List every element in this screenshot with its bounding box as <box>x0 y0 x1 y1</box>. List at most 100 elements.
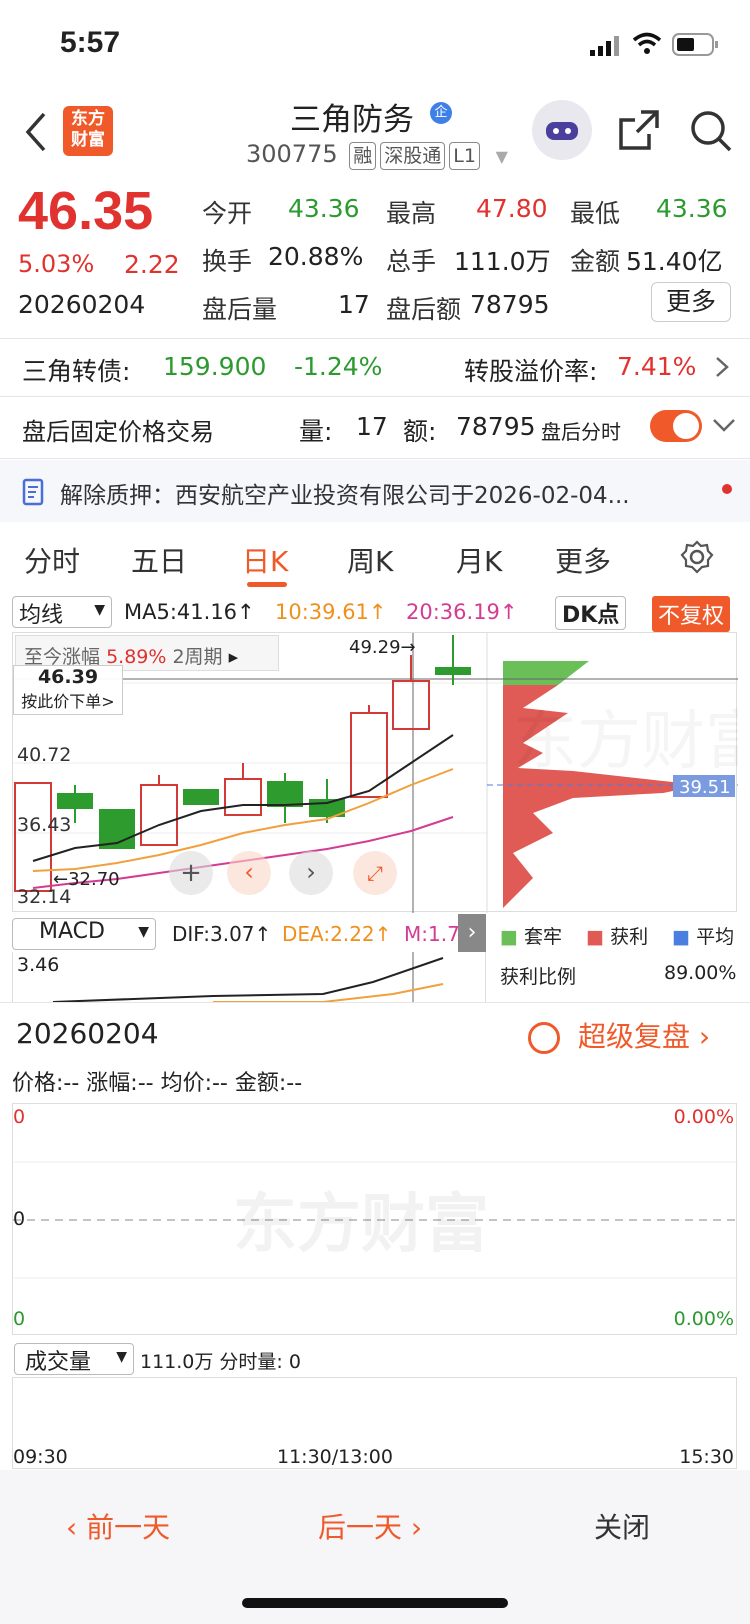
after-trade-amt-label: 额: <box>403 417 437 446</box>
divider <box>0 396 750 397</box>
signal-icon <box>590 36 624 60</box>
chart-left-mid: 0 <box>13 1208 26 1230</box>
candle <box>183 789 219 805</box>
chart-right-top: 0.00% <box>673 1106 734 1128</box>
candle <box>224 778 262 816</box>
notice-bar[interactable]: 解除质押：西安航空产业投资有限公司于2026-02-04... <box>0 460 750 522</box>
notice-dot <box>722 484 732 494</box>
zoom-in-icon[interactable]: + <box>169 851 213 895</box>
premium-value: 7.41% <box>617 352 697 381</box>
app-logo: 东方 财富 <box>63 106 113 156</box>
low-value: 43.36 <box>656 194 728 223</box>
tab-intraday[interactable]: 分时 <box>24 540 80 580</box>
chevron-left-icon <box>25 112 46 152</box>
review-button[interactable]: 超级复盘 › <box>528 1015 710 1055</box>
tab-five-day[interactable]: 五日 <box>131 540 187 580</box>
volume-select[interactable]: 成交量 ▼ <box>14 1343 134 1375</box>
search-icon[interactable] <box>688 108 734 158</box>
document-icon <box>22 478 48 510</box>
macd-top-value: 3.46 <box>17 954 60 976</box>
divider <box>0 458 750 459</box>
stock-code: 300775 <box>246 140 338 168</box>
candle <box>392 680 430 730</box>
dropdown-icon[interactable]: ▼ <box>496 147 508 166</box>
macd-chart: 3.46 <box>12 952 486 1003</box>
back-button[interactable] <box>22 110 50 158</box>
ma-select[interactable]: 均线 ▼ <box>12 596 112 628</box>
active-tab-indicator <box>247 582 287 587</box>
enterprise-badge: 企 <box>430 102 452 124</box>
profit-ratio-value: 89.00% <box>664 962 737 984</box>
quote-date: 20260204 <box>18 290 146 319</box>
legend-average: 平均 <box>696 926 735 948</box>
dk-point-button[interactable]: DK点 <box>555 596 627 630</box>
open-value: 43.36 <box>288 194 360 223</box>
intraday-chart: 东方财富 0 0.00% 0 0 0.00% <box>12 1103 738 1335</box>
status-bar: 5:57 <box>0 0 750 90</box>
after-trade-vol: 17 <box>356 412 388 441</box>
after-trade-amt: 78795 <box>456 412 536 441</box>
y-label-mid: 36.43 <box>17 814 71 836</box>
wifi-icon <box>632 32 662 60</box>
after-amount-label: 盘后额 <box>386 295 462 324</box>
current-price: 46.35 <box>18 181 154 241</box>
ma20-value: 20:36.19↑ <box>406 600 518 624</box>
turnover-value: 20.88% <box>268 242 364 271</box>
after-volume-label: 盘后量 <box>202 295 278 324</box>
prev-day-button[interactable]: ‹ 前一天 <box>66 1506 170 1546</box>
scroll-left-icon[interactable]: ‹ <box>227 851 271 895</box>
volume-label: 总手 <box>386 247 437 276</box>
ma5-line <box>32 734 454 862</box>
after-trade-switch-label: 盘后分时 <box>541 420 621 444</box>
high-value: 47.80 <box>476 194 548 223</box>
order-price-box[interactable]: 46.39 按此价下单> <box>13 665 123 715</box>
close-button[interactable]: 关闭 <box>594 1506 650 1546</box>
y-label-high: 40.72 <box>17 744 71 766</box>
tab-more[interactable]: 更多 <box>555 540 611 580</box>
volume-chart: 09:30 11:30/13:00 15:30 <box>12 1377 737 1469</box>
scroll-right-icon[interactable]: › <box>289 851 333 895</box>
expand-icon[interactable]: ⤢ <box>353 851 397 895</box>
bond-price: 159.900 <box>163 352 267 381</box>
next-day-button[interactable]: 后一天 › <box>318 1506 422 1546</box>
tab-monthly-k[interactable]: 月K <box>456 540 502 580</box>
bond-change: -1.24% <box>294 352 383 381</box>
more-button[interactable]: 更多 <box>651 282 731 322</box>
after-hours-toggle[interactable] <box>650 410 702 442</box>
chip-legend: ■ 套牢 ■ 获利 ■ 平均 <box>500 926 735 948</box>
chevron-down-icon[interactable] <box>712 418 736 438</box>
tab-weekly-k[interactable]: 周K <box>347 540 393 580</box>
order-price: 46.39 <box>37 666 99 688</box>
history-icon <box>528 1022 560 1054</box>
after-trade-label: 盘后固定价格交易 <box>22 418 214 446</box>
since-gain-period: 2周期 <box>172 646 223 668</box>
time-mid: 11:30/13:00 <box>277 1446 393 1468</box>
kline-chart[interactable]: 39.51 40.72 36.43 32.14 49.29→ ←32.70 东方… <box>12 632 750 913</box>
time-start: 09:30 <box>13 1446 68 1468</box>
tab-daily-k[interactable]: 日K <box>242 540 288 580</box>
ma5-value: MA5:41.16↑ <box>124 600 255 624</box>
chart-right-bot: 0.00% <box>673 1308 734 1330</box>
stock-code-row: 300775 融深股通 L1 ▼ <box>246 140 508 170</box>
macd-select[interactable]: MACD ▼ <box>12 918 156 950</box>
adjust-button[interactable]: 不复权 <box>652 596 731 632</box>
stock-name: 三角防务 <box>290 102 414 138</box>
chevron-right-icon <box>715 356 729 382</box>
after-amount-value: 78795 <box>470 290 550 319</box>
max-price-label: 49.29→ <box>349 637 416 658</box>
detail-date: 20260204 <box>16 1017 159 1050</box>
cost-price-label: 39.51 <box>679 777 731 798</box>
share-icon[interactable] <box>617 108 661 156</box>
change-amount: 2.22 <box>124 250 180 279</box>
gear-icon[interactable] <box>680 540 714 578</box>
bond-row[interactable]: 三角转债: 159.900 -1.24% 转股溢价率: 7.41% <box>0 340 750 396</box>
legend-profit: 获利 <box>610 926 649 948</box>
macd-expand-button[interactable]: › <box>458 914 486 952</box>
detail-info: 价格:-- 涨幅:-- 均价:-- 金额:-- <box>12 1071 303 1096</box>
watermark-text: 东方财富 <box>233 1188 489 1262</box>
candle <box>350 712 388 798</box>
assistant-avatar[interactable] <box>532 100 592 160</box>
amount-value: 51.40亿 <box>626 247 723 276</box>
amount-label: 金额 <box>570 247 621 276</box>
open-label: 今开 <box>202 199 253 228</box>
